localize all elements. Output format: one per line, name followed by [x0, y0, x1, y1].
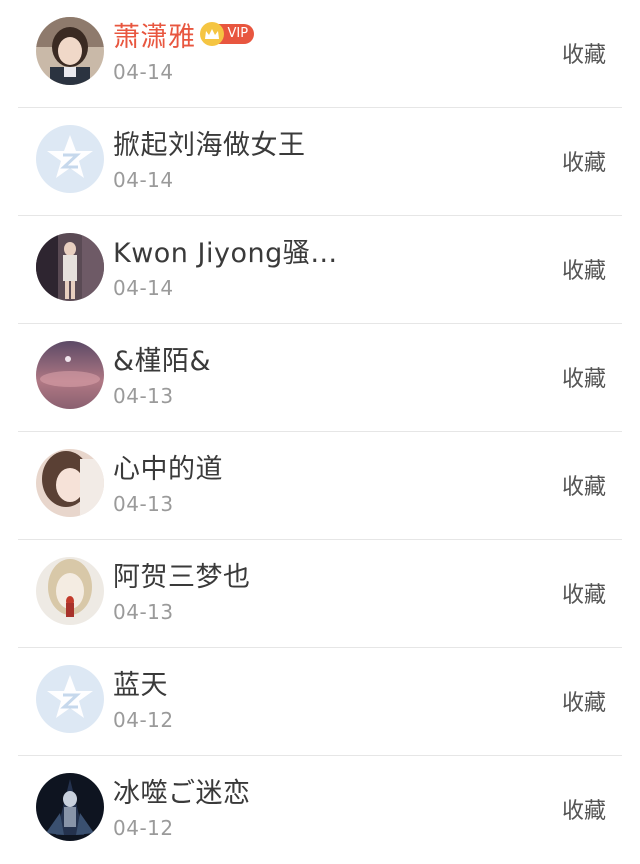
avatar[interactable] [36, 17, 104, 85]
vip-badge: VIP [199, 22, 255, 46]
avatar[interactable] [36, 665, 104, 733]
avatar[interactable] [36, 341, 104, 409]
user-name[interactable]: 心中的道 [113, 447, 223, 486]
favorite-button[interactable]: 收藏 [562, 577, 606, 609]
user-name[interactable]: 掀起刘海做女王 [113, 123, 306, 162]
list-item[interactable]: &槿陌& 04-13 收藏 [0, 324, 640, 432]
list-item[interactable]: 掀起刘海做女王 04-14 收藏 [0, 108, 640, 216]
date-label: 04-12 [113, 708, 174, 732]
favorite-button[interactable]: 收藏 [562, 145, 606, 177]
favorite-button[interactable]: 收藏 [562, 253, 606, 285]
name-line: 冰噬ご迷恋 [113, 770, 251, 810]
date-label: 04-13 [113, 384, 174, 408]
name-line: 萧潇雅 VIP [113, 14, 255, 54]
avatar[interactable] [36, 233, 104, 301]
list-item[interactable]: 蓝天 04-12 收藏 [0, 648, 640, 756]
default-z-avatar-icon [36, 665, 104, 733]
favorite-button[interactable]: 收藏 [562, 793, 606, 825]
list-item[interactable]: Kwon Jiyong骚… 04-14 收藏 [0, 216, 640, 324]
date-label: 04-13 [113, 600, 174, 624]
date-label: 04-14 [113, 276, 174, 300]
avatar-photo-dusk-sky-icon [36, 341, 104, 409]
list-item[interactable]: 冰噬ご迷恋 04-12 收藏 [0, 756, 640, 864]
avatar[interactable] [36, 125, 104, 193]
date-label: 04-12 [113, 816, 174, 840]
name-line: &槿陌& [113, 338, 211, 378]
name-line: 心中的道 [113, 446, 223, 486]
list-item[interactable]: 阿贺三梦也 04-13 收藏 [0, 540, 640, 648]
user-name[interactable]: Kwon Jiyong骚… [113, 231, 338, 270]
avatar-photo-girl-icon [36, 17, 104, 85]
name-line: Kwon Jiyong骚… [113, 230, 338, 270]
avatar[interactable] [36, 557, 104, 625]
avatar-photo-pale-face-icon [36, 557, 104, 625]
favorite-button[interactable]: 收藏 [562, 685, 606, 717]
name-line: 阿贺三梦也 [113, 554, 251, 594]
date-label: 04-13 [113, 492, 174, 516]
default-z-avatar-icon [36, 125, 104, 193]
user-name[interactable]: &槿陌& [113, 339, 211, 378]
user-name[interactable]: 阿贺三梦也 [113, 555, 251, 594]
name-line: 掀起刘海做女王 [113, 122, 306, 162]
favorite-button[interactable]: 收藏 [562, 469, 606, 501]
avatar-photo-girl-selfie-icon [36, 449, 104, 517]
favorite-button[interactable]: 收藏 [562, 37, 606, 69]
name-line: 蓝天 [113, 662, 168, 702]
avatar[interactable] [36, 449, 104, 517]
list-item[interactable]: 心中的道 04-13 收藏 [0, 432, 640, 540]
favorite-button[interactable]: 收藏 [562, 361, 606, 393]
avatar-photo-person-room-icon [36, 233, 104, 301]
list-item[interactable]: 萧潇雅 VIP 04-14 收藏 [0, 0, 640, 108]
date-label: 04-14 [113, 168, 174, 192]
user-list: 萧潇雅 VIP 04-14 收藏 掀起刘海做女王 04-14 收藏 Kwon J… [0, 0, 640, 864]
crown-icon [199, 22, 224, 46]
avatar-photo-dark-figure-icon [36, 773, 104, 841]
user-name[interactable]: 蓝天 [113, 663, 168, 702]
date-label: 04-14 [113, 60, 174, 84]
user-name[interactable]: 冰噬ご迷恋 [113, 771, 251, 810]
user-name[interactable]: 萧潇雅 [113, 15, 196, 54]
avatar[interactable] [36, 773, 104, 841]
